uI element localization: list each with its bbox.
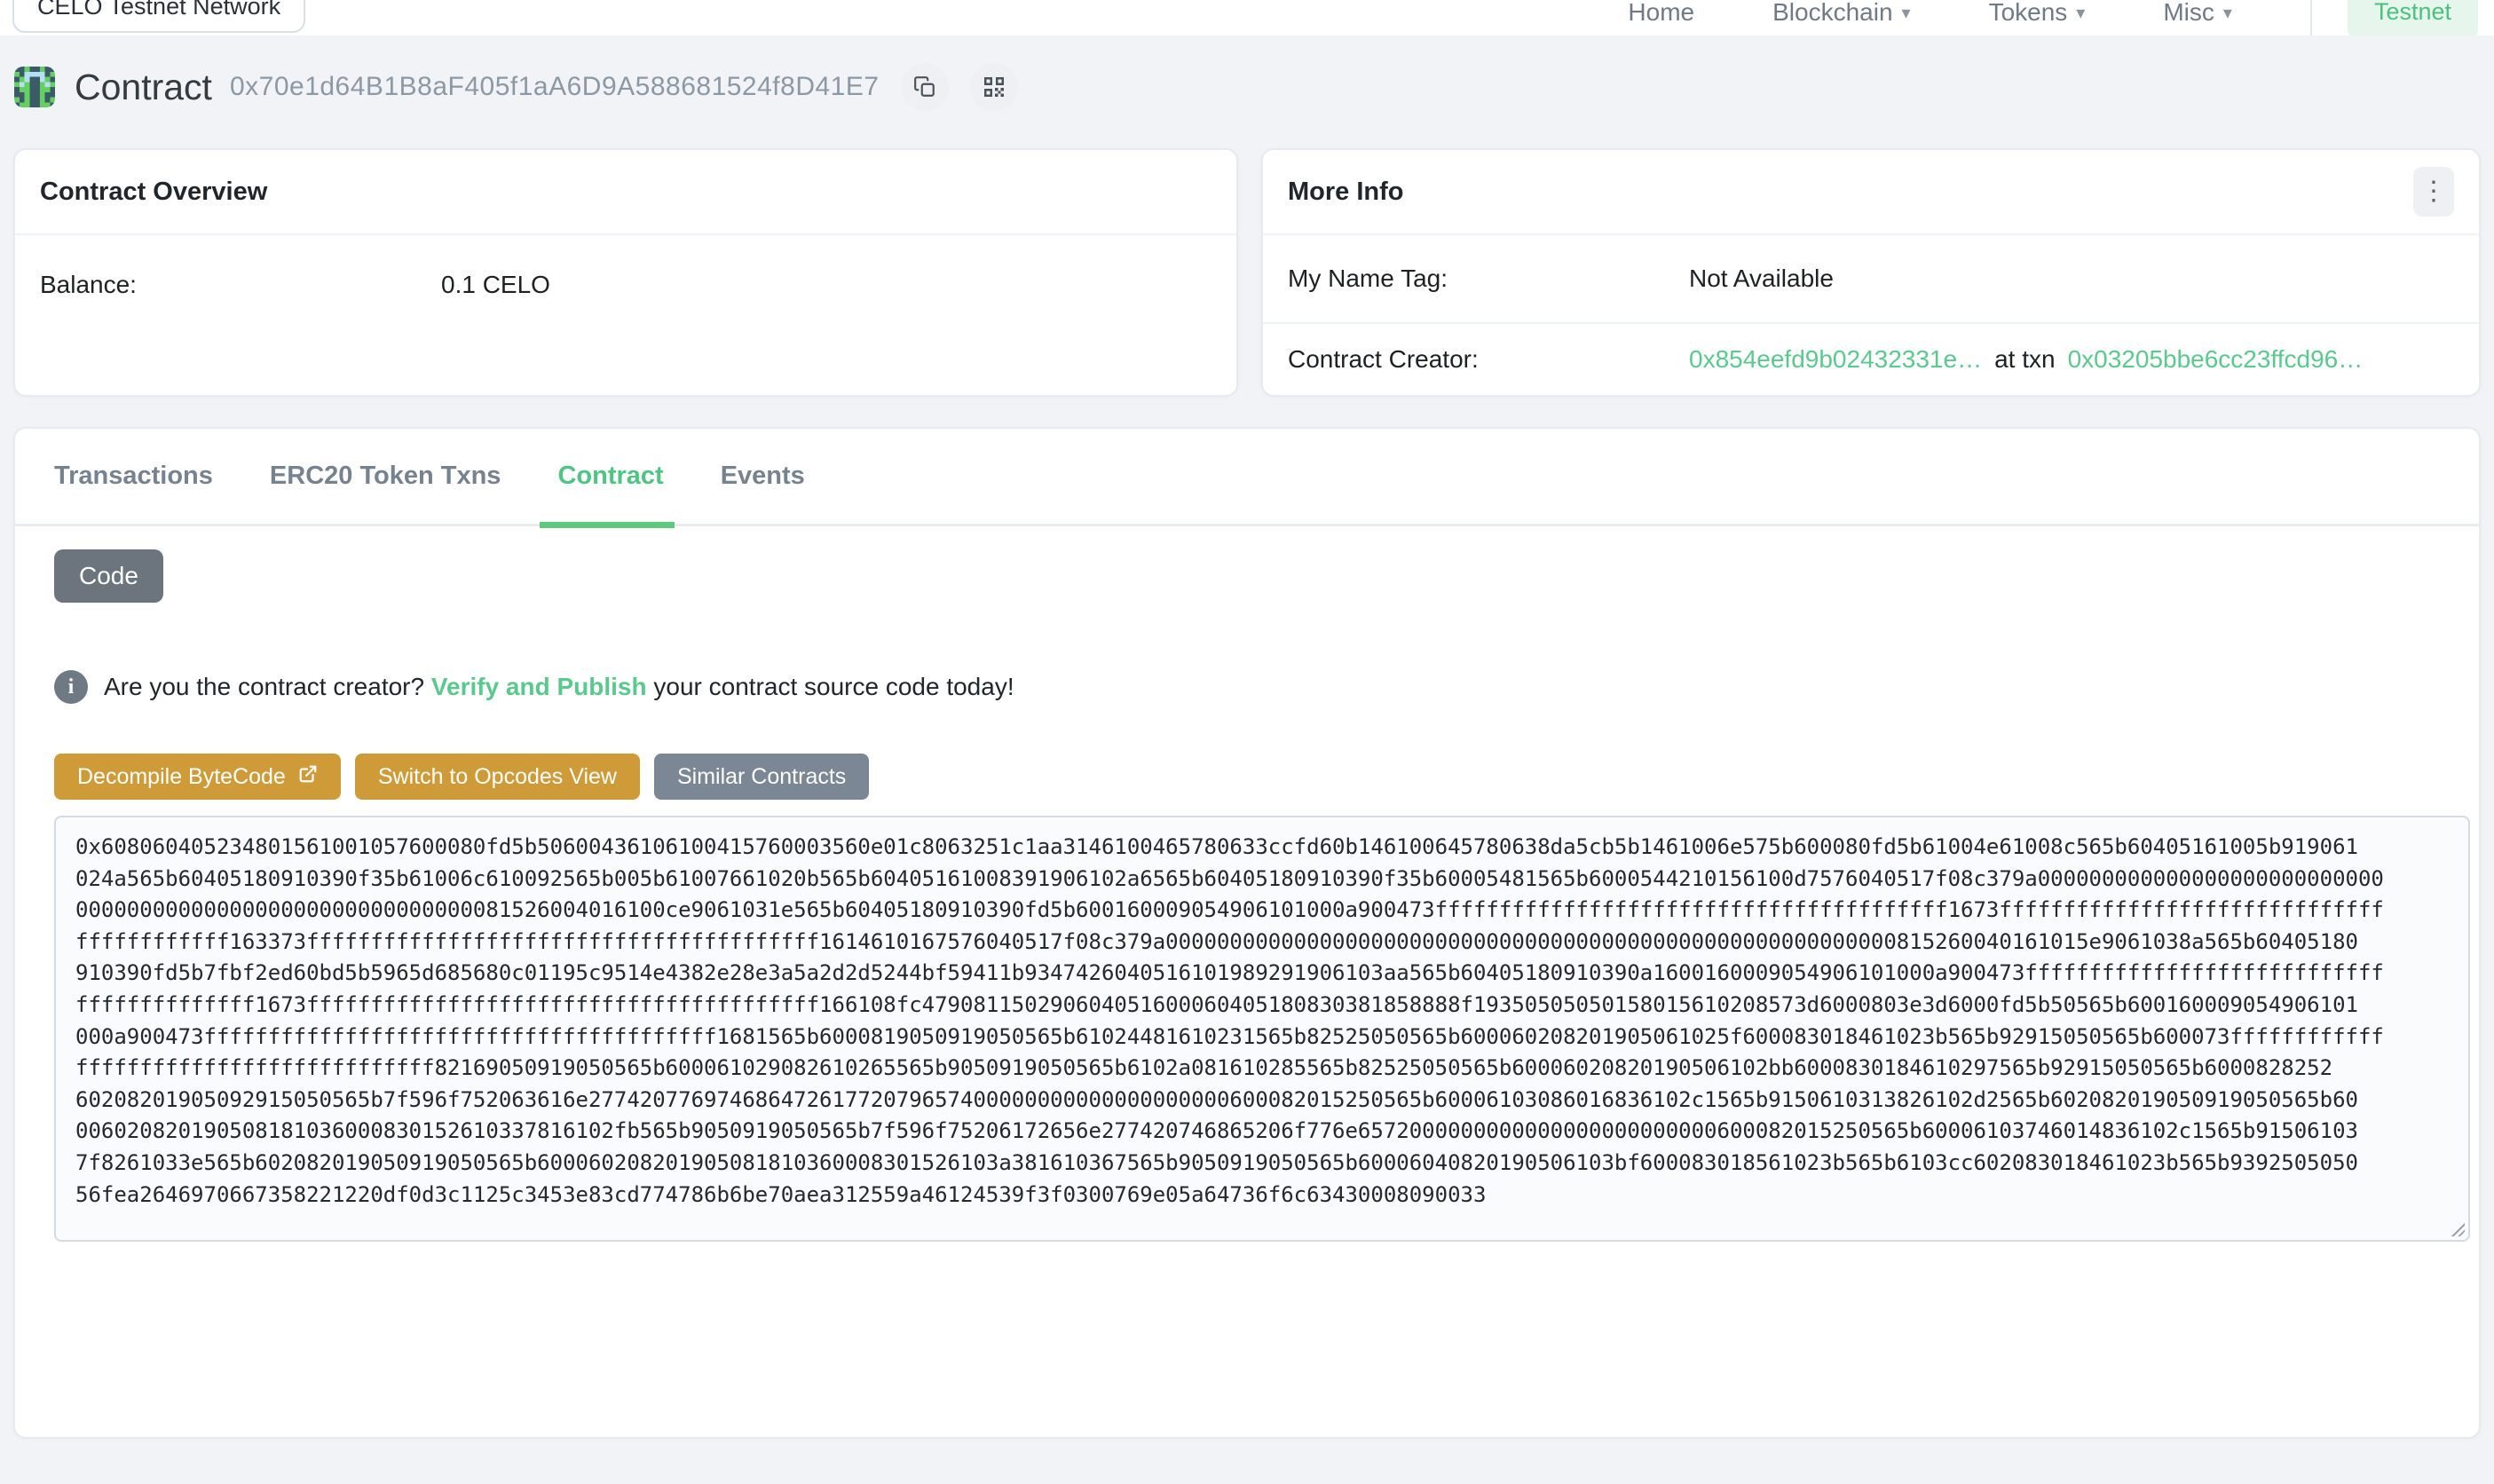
tab-events[interactable]: Events	[721, 428, 805, 525]
tab-bar: Transactions ERC20 Token Txns Contract E…	[15, 429, 2479, 526]
balance-row: Balance: 0.1 CELO	[15, 235, 1236, 299]
testnet-network-button[interactable]: Testnet	[2348, 0, 2478, 36]
more-info-menu-button[interactable]: ⋮	[2413, 167, 2454, 217]
decompile-bytecode-button[interactable]: Decompile ByteCode	[54, 754, 341, 800]
name-tag-row: My Name Tag: Not Available	[1263, 235, 2479, 324]
contract-creator-row: Contract Creator: 0x854eefd9b02432331e… a…	[1263, 324, 2479, 395]
chevron-down-icon: ▾	[2076, 4, 2085, 23]
contract-detail-card: Transactions ERC20 Token Txns Contract E…	[13, 427, 2481, 1439]
contract-overview-card: Contract Overview Balance: 0.1 CELO	[13, 148, 1238, 397]
contract-bytecode-textarea[interactable]: 0x608060405234801561001057600080fd5b5060…	[54, 816, 2470, 1242]
balance-value: 0.1 CELO	[441, 271, 550, 299]
tab-transactions[interactable]: Transactions	[54, 428, 213, 525]
name-tag-label: My Name Tag:	[1288, 264, 1689, 293]
chevron-down-icon: ▾	[1902, 4, 1911, 23]
more-info-card: More Info ⋮ My Name Tag: Not Available C…	[1261, 148, 2481, 397]
verify-and-publish-link[interactable]: Verify and Publish	[431, 673, 647, 700]
network-selector-badge[interactable]: CELO Testnet Network	[12, 0, 305, 33]
creator-address-link[interactable]: 0x854eefd9b02432331e…	[1689, 345, 1982, 373]
qr-code-button[interactable]	[970, 63, 1018, 111]
switch-to-opcodes-view-button[interactable]: Switch to Opcodes View	[355, 754, 640, 800]
copy-address-button[interactable]	[901, 63, 949, 111]
contract-address: 0x70e1d64B1B8aF405f1aA6D9A588681524f8D41…	[230, 72, 880, 102]
page-title: Contract	[75, 67, 212, 108]
contract-creator-label: Contract Creator:	[1288, 345, 1689, 374]
contract-identicon	[14, 67, 55, 107]
name-tag-value: Not Available	[1689, 264, 1834, 293]
balance-label: Balance:	[40, 271, 441, 299]
info-icon: i	[54, 670, 88, 704]
verify-text-prefix: Are you the contract creator?	[104, 673, 424, 700]
bytecode-actions: Decompile ByteCode Switch to Opcodes Vie…	[54, 754, 2440, 800]
summary-cards: Contract Overview Balance: 0.1 CELO More…	[13, 148, 2481, 397]
nav-item-tokens[interactable]: Tokens▾	[1989, 0, 2086, 27]
verify-publish-notice: i Are you the contract creator? Verify a…	[54, 670, 2440, 704]
more-info-card-title: More Info	[1288, 178, 1404, 207]
creation-txn-link[interactable]: 0x03205bbe6cc23ffcd96…	[2068, 345, 2364, 373]
nav-item-misc[interactable]: Misc▾	[2163, 0, 2232, 27]
chevron-down-icon: ▾	[2223, 4, 2232, 23]
qr-code-icon	[983, 75, 1006, 99]
top-nav: Home Blockchain▾ Tokens▾ Misc▾ Testnet	[1628, 0, 2478, 36]
tab-contract[interactable]: Contract	[557, 428, 663, 525]
copy-icon	[913, 75, 936, 99]
similar-contracts-button[interactable]: Similar Contracts	[654, 754, 869, 800]
at-txn-text: at txn	[1994, 345, 2055, 373]
tab-erc20-token-txns[interactable]: ERC20 Token Txns	[270, 428, 501, 525]
external-link-icon	[298, 764, 318, 790]
overview-card-title: Contract Overview	[40, 178, 267, 207]
contract-tab-content: Code i Are you the contract creator? Ver…	[15, 526, 2479, 1242]
code-section-button[interactable]: Code	[54, 549, 163, 603]
nav-item-blockchain[interactable]: Blockchain▾	[1772, 0, 1910, 27]
top-navigation-bar: CELO Testnet Network Home Blockchain▾ To…	[0, 0, 2494, 36]
verify-text-suffix: your contract source code today!	[653, 673, 1014, 700]
nav-item-home[interactable]: Home	[1628, 0, 1694, 27]
nav-divider	[2310, 0, 2312, 36]
contract-header: Contract 0x70e1d64B1B8aF405f1aA6D9A58868…	[14, 60, 2480, 114]
